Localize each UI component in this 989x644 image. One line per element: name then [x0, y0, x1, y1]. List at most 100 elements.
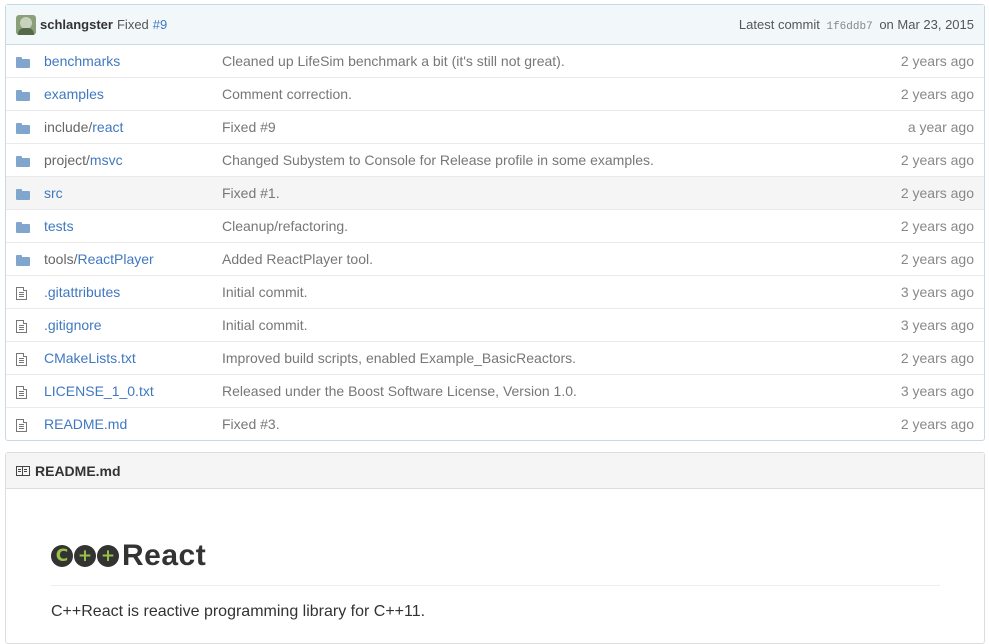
file-name-link[interactable]: react	[92, 119, 123, 135]
file-age: 3 years ago	[860, 374, 984, 408]
file-name-cell: CMakeLists.txt	[44, 341, 222, 375]
file-name-link[interactable]: README.md	[44, 416, 127, 432]
file-name-link[interactable]: tests	[44, 218, 74, 234]
logo-glyph-plus: +	[74, 545, 96, 567]
file-age: 2 years ago	[860, 77, 984, 111]
file-age: 3 years ago	[860, 275, 984, 309]
file-commit-message[interactable]: Cleaned up LifeSim benchmark a bit (it's…	[222, 45, 861, 78]
file-text-icon	[16, 286, 27, 300]
cppreact-logo: C + + React	[51, 539, 206, 573]
readme-header: README.md	[6, 453, 984, 489]
heading-divider	[51, 585, 940, 586]
file-dir-prefix[interactable]: include/	[44, 119, 92, 135]
commit-message[interactable]: Fixed	[117, 17, 149, 32]
file-commit-message[interactable]: Fixed #3.	[222, 407, 861, 440]
file-type-cell	[6, 77, 44, 111]
file-commit-message[interactable]: Changed Subystem to Console for Release …	[222, 143, 861, 177]
file-age: 2 years ago	[860, 242, 984, 276]
readme-title[interactable]: README.md	[35, 463, 121, 479]
commit-tease: schlangster Fixed #9 Latest commit 1f6dd…	[6, 5, 984, 45]
file-row[interactable]: tests Cleanup/refactoring. 2 years ago	[6, 209, 984, 243]
file-text-icon	[16, 319, 27, 333]
file-name-cell: tests	[44, 209, 222, 243]
latest-commit: Latest commit 1f6ddb7 on Mar 23, 2015	[739, 17, 974, 33]
file-row[interactable]: tools/ReactPlayer Added ReactPlayer tool.…	[6, 242, 984, 276]
file-dir-prefix[interactable]: tools/	[44, 251, 77, 267]
file-dir-prefix[interactable]: project/	[44, 152, 90, 168]
file-age: a year ago	[860, 110, 984, 144]
commit-date: on Mar 23, 2015	[879, 16, 974, 32]
file-name-cell: tools/ReactPlayer	[44, 242, 222, 276]
latest-commit-label: Latest commit	[738, 16, 820, 32]
file-name-cell: README.md	[44, 407, 222, 440]
book-icon	[16, 465, 30, 476]
file-row[interactable]: LICENSE_1_0.txt Released under the Boost …	[6, 374, 984, 408]
file-row[interactable]: .gitattributes Initial commit. 3 years ago	[6, 275, 984, 309]
readme-box: README.md C + + React C++React is reacti…	[5, 452, 985, 644]
file-commit-message[interactable]: Released under the Boost Software Licens…	[222, 374, 861, 408]
file-age: 2 years ago	[860, 143, 984, 177]
file-row[interactable]: README.md Fixed #3. 2 years ago	[6, 407, 984, 440]
file-row[interactable]: CMakeLists.txt Improved build scripts, en…	[6, 341, 984, 375]
logo-word: React	[122, 539, 207, 572]
file-type-cell	[6, 275, 44, 309]
file-type-cell	[6, 45, 44, 78]
file-age: 2 years ago	[900, 53, 974, 69]
file-type-cell	[6, 110, 44, 144]
file-type-cell	[6, 209, 44, 243]
file-name-link[interactable]: .gitignore	[44, 317, 102, 333]
file-name-cell: examples	[44, 77, 222, 111]
file-name-link[interactable]: LICENSE_1_0.txt	[44, 383, 154, 399]
file-commit-message[interactable]: Fixed #1.	[222, 176, 861, 210]
file-row[interactable]: .gitignore Initial commit. 3 years ago	[6, 308, 984, 342]
file-age: 2 years ago	[860, 176, 984, 210]
commit-author[interactable]: schlangster	[40, 17, 113, 32]
file-type-cell	[6, 242, 44, 276]
logo-glyph-c: C	[51, 545, 73, 567]
file-row[interactable]: benchmarks Cleaned up LifeSim benchmark a…	[6, 45, 984, 78]
file-commit-message[interactable]: Added ReactPlayer tool.	[222, 242, 861, 276]
file-type-cell	[6, 143, 44, 177]
file-name-link[interactable]: examples	[44, 86, 104, 102]
file-text-icon	[16, 418, 27, 432]
file-commit-message[interactable]: Comment correction.	[222, 77, 861, 111]
folder-icon	[16, 89, 30, 101]
file-commit-message[interactable]: Fixed #9	[222, 110, 861, 144]
file-name-link[interactable]: src	[44, 185, 63, 201]
file-name-link[interactable]: msvc	[90, 152, 123, 168]
file-table: benchmarks Cleaned up LifeSim benchmark a…	[6, 45, 984, 440]
file-row[interactable]: examples Comment correction. 2 years ago	[6, 77, 984, 111]
commit-sha[interactable]: 1f6ddb7	[826, 21, 872, 33]
file-age: 2 years ago	[860, 209, 984, 243]
file-row[interactable]: project/msvc Changed Subystem to Console …	[6, 143, 984, 177]
file-name-cell: LICENSE_1_0.txt	[44, 374, 222, 408]
file-name-link[interactable]: CMakeLists.txt	[44, 350, 136, 366]
file-commit-message[interactable]: Initial commit.	[222, 308, 861, 342]
file-type-cell	[6, 374, 44, 408]
readme-intro: C++React is reactive programming library…	[51, 603, 426, 620]
file-age: 2 years ago	[860, 341, 984, 375]
file-name-link[interactable]: benchmarks	[44, 53, 120, 69]
author-avatar[interactable]	[16, 14, 36, 35]
file-name-cell: project/msvc	[44, 143, 222, 177]
file-type-cell	[6, 308, 44, 342]
file-name-cell: src	[44, 176, 222, 210]
folder-icon	[16, 155, 30, 167]
file-age: 3 years ago	[860, 308, 984, 342]
file-commit-message[interactable]: Improved build scripts, enabled Example_…	[222, 341, 861, 375]
folder-icon	[16, 221, 30, 233]
commit-issue-link[interactable]: #9	[153, 17, 167, 32]
file-commit-message[interactable]: Initial commit.	[222, 275, 861, 309]
file-age: 2 years ago	[860, 407, 984, 440]
file-name-link[interactable]: .gitattributes	[44, 284, 120, 300]
file-type-cell	[6, 176, 44, 210]
file-commit-message[interactable]: Cleanup/refactoring.	[222, 209, 861, 243]
file-browser: schlangster Fixed #9 Latest commit 1f6dd…	[5, 4, 985, 441]
folder-icon	[16, 122, 30, 134]
file-row[interactable]: include/react Fixed #9 a year ago	[6, 110, 984, 144]
file-name-cell: benchmarks	[44, 45, 222, 78]
file-name-link[interactable]: ReactPlayer	[77, 251, 153, 267]
file-row[interactable]: src Fixed #1. 2 years ago	[6, 176, 984, 210]
file-name-cell: .gitignore	[44, 308, 222, 342]
logo-glyph-plus: +	[97, 545, 119, 567]
